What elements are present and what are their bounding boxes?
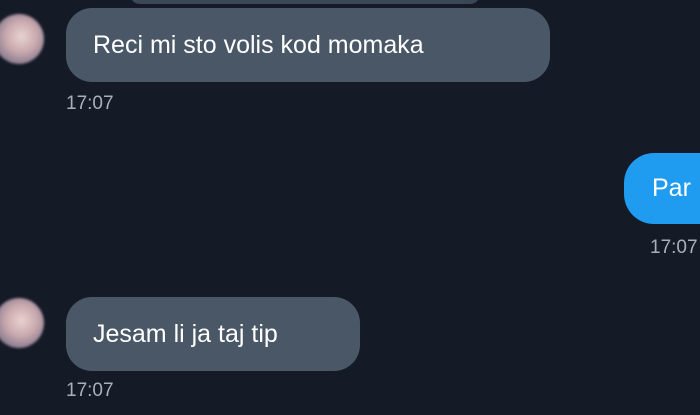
message-text: Reci mi sto volis kod momaka <box>93 30 424 59</box>
previous-message-edge <box>130 0 480 4</box>
contact-avatar-icon[interactable] <box>0 14 44 64</box>
contact-avatar-icon[interactable] <box>0 298 44 348</box>
message-bubble-incoming[interactable]: Jesam li ja taj tip <box>66 297 360 371</box>
message-text: Jesam li ja taj tip <box>93 319 278 348</box>
message-timestamp: 17:07 <box>650 237 698 258</box>
message-timestamp: 17:07 <box>66 93 114 114</box>
chat-thread: Reci mi sto volis kod momaka 17:07 Par 1… <box>0 0 700 415</box>
message-timestamp: 17:07 <box>66 380 114 401</box>
message-bubble-incoming[interactable]: Reci mi sto volis kod momaka <box>66 8 550 82</box>
message-bubble-outgoing[interactable]: Par <box>624 153 700 224</box>
message-text: Par <box>652 174 691 202</box>
